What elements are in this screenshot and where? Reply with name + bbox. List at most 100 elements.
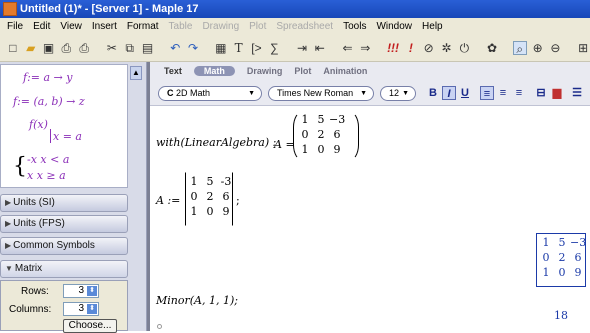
collapse-arrow-icon: ▼	[5, 264, 13, 273]
help-icon[interactable]: ✿	[485, 41, 499, 55]
menu-tools[interactable]: Tools	[338, 21, 371, 32]
tab-math[interactable]: Math	[193, 66, 235, 76]
print-preview-icon[interactable]: ⎙	[77, 41, 91, 55]
list-icon[interactable]: ☰	[570, 86, 584, 100]
menu-bar: File Edit View Insert Format Table Drawi…	[0, 18, 590, 34]
execute-icon[interactable]: !	[404, 41, 418, 55]
color-icon[interactable]: ▆	[550, 86, 564, 100]
palette-piece2[interactable]: x x ≥ a	[27, 169, 66, 182]
menu-file[interactable]: File	[2, 21, 28, 32]
matrix-a-output: 1 5 −3 026 109	[542, 236, 587, 279]
palette-section-common-symbols[interactable]: ▶ Common Symbols	[0, 237, 128, 255]
matrix-a-display: 1 5 −3 026 109	[301, 113, 346, 156]
palette-section-units-si[interactable]: ▶ Units (SI)	[0, 194, 128, 212]
menu-spreadsheet: Spreadsheet	[276, 20, 334, 32]
rows-label: Rows:	[21, 286, 49, 297]
execute-all-icon[interactable]: !!!	[386, 41, 400, 55]
table-icon[interactable]: ⊟	[534, 86, 548, 100]
stop-icon[interactable]: ⊘	[422, 41, 436, 55]
menu-help[interactable]: Help	[417, 21, 448, 32]
context-tabs: Text Math Drawing Plot Animation	[150, 62, 590, 80]
redo-icon[interactable]: ↷	[186, 41, 200, 55]
grid-icon[interactable]: ⊞	[576, 41, 590, 55]
menu-window[interactable]: Window	[371, 21, 417, 32]
mode-dropdown[interactable]: C 2D Math ▼	[158, 86, 262, 101]
prompt-icon[interactable]: [>	[250, 41, 264, 55]
italic-button[interactable]: I	[442, 86, 456, 100]
palette-scroll-up-icon[interactable]: ▲	[130, 66, 142, 80]
minor-command[interactable]: Minor(A, 1, 1);	[156, 294, 238, 307]
menu-edit[interactable]: Edit	[28, 21, 55, 32]
format-bar: C 2D Math ▼ Times New Roman ▼ 12 ▼ B I U…	[150, 80, 590, 106]
tab-drawing[interactable]: Drawing	[247, 66, 283, 76]
menu-view[interactable]: View	[55, 21, 87, 32]
zoom-out-icon[interactable]: ⊖	[549, 41, 563, 55]
indent-icon[interactable]: ⇥	[295, 41, 309, 55]
align-left-icon[interactable]: ≡	[480, 86, 494, 100]
spinner-arrows-icon[interactable]: ⬍	[87, 286, 97, 296]
align-right-icon[interactable]: ≡	[512, 86, 526, 100]
new-document-icon[interactable]: □	[6, 41, 20, 55]
tab-plot[interactable]: Plot	[294, 66, 311, 76]
debug-icon[interactable]: ✲	[440, 41, 454, 55]
menu-drawing: Drawing	[202, 20, 240, 32]
text-mode-icon[interactable]: T	[232, 41, 246, 55]
palette-expr-function[interactable]: f:= a → y	[23, 71, 72, 84]
columns-spinner[interactable]: 3 ⬍	[63, 302, 99, 316]
paste-icon[interactable]: ▤	[141, 41, 155, 55]
sum-icon[interactable]: ∑	[267, 41, 281, 55]
title-bar: Untitled (1)* - [Server 1] - Maple 17	[0, 0, 590, 18]
eval-bar	[50, 129, 51, 143]
insert-text-icon[interactable]: ▦	[214, 41, 228, 55]
zoom-100-icon[interactable]: ⌕	[512, 40, 527, 56]
palette-expr-eval-cond[interactable]: x = a	[53, 130, 82, 143]
dropdown-arrow-icon: ▼	[360, 90, 367, 97]
print-icon[interactable]: ⎙	[59, 41, 73, 55]
restart-icon[interactable]: ⏻	[457, 41, 471, 55]
align-center-icon[interactable]: ≡	[496, 86, 510, 100]
matrix-a-lhs: A =	[274, 138, 295, 151]
undo-icon[interactable]: ↶	[168, 41, 182, 55]
font-dropdown[interactable]: Times New Roman ▼	[268, 86, 374, 101]
dropdown-arrow-icon: ▼	[248, 90, 255, 97]
expand-arrow-icon: ▶	[5, 219, 12, 228]
bold-button[interactable]: B	[426, 86, 440, 100]
palette-panel: f:= a → y f:= (a, b) → z f(x) x = a { -x…	[0, 62, 147, 333]
palette-section-matrix[interactable]: ▼ Matrix	[0, 260, 128, 278]
matrix-a-input[interactable]: 1 5 -3 026 109	[186, 174, 234, 219]
underline-button[interactable]: U	[458, 86, 472, 100]
main-toolbar: □ ▰ ▣ ⎙ ⎙ ✂ ⧉ ▤ ↶ ↷ ▦ T [> ∑ ⇥ ⇤ ⇐ ⇒ !!!…	[0, 34, 590, 62]
columns-label: Columns:	[9, 304, 52, 315]
palette-section-units-fps[interactable]: ▶ Units (FPS)	[0, 215, 128, 233]
matrix-assignment-lhs: A :=	[156, 194, 181, 207]
menu-plot: Plot	[249, 20, 267, 32]
font-size-dropdown[interactable]: 12 ▼	[380, 86, 416, 101]
spinner-arrows-icon[interactable]: ⬍	[87, 304, 97, 314]
cut-icon[interactable]: ✂	[105, 41, 119, 55]
palette-expr-eval-f[interactable]: f(x)	[29, 118, 48, 131]
menu-format[interactable]: Format	[122, 21, 164, 32]
minor-result: 18	[554, 309, 568, 322]
dropdown-arrow-icon: ▼	[402, 90, 409, 97]
open-icon[interactable]: ▰	[24, 41, 38, 55]
matrix-panel: Rows: 3 ⬍ Columns: 3 ⬍ Choose...	[0, 280, 128, 333]
maple-app-icon	[3, 2, 17, 16]
window-title: Untitled (1)* - [Server 1] - Maple 17	[20, 3, 199, 15]
rows-spinner[interactable]: 3 ⬍	[63, 284, 99, 298]
zoom-in-icon[interactable]: ⊕	[531, 41, 545, 55]
back-icon[interactable]: ⇐	[341, 41, 355, 55]
cursor-prompt-icon	[157, 324, 162, 329]
statement-terminator: ;	[236, 194, 240, 207]
menu-insert[interactable]: Insert	[87, 21, 122, 32]
forward-icon[interactable]: ⇒	[358, 41, 372, 55]
save-icon[interactable]: ▣	[42, 41, 56, 55]
document-area[interactable]: with(LinearAlgebra) : A = 1 5 −3 026 109 A…	[150, 106, 590, 331]
palette-piece1[interactable]: -x x < a	[27, 153, 69, 166]
palette-expr-multivar[interactable]: f:= (a, b) → z	[13, 95, 85, 108]
tab-animation[interactable]: Animation	[323, 66, 367, 76]
outdent-icon[interactable]: ⇤	[313, 41, 327, 55]
with-linearalgebra-command[interactable]: with(LinearAlgebra) :	[156, 136, 276, 149]
tab-text[interactable]: Text	[164, 66, 182, 76]
copy-icon[interactable]: ⧉	[123, 41, 137, 55]
piecewise-brace: {	[13, 154, 27, 179]
